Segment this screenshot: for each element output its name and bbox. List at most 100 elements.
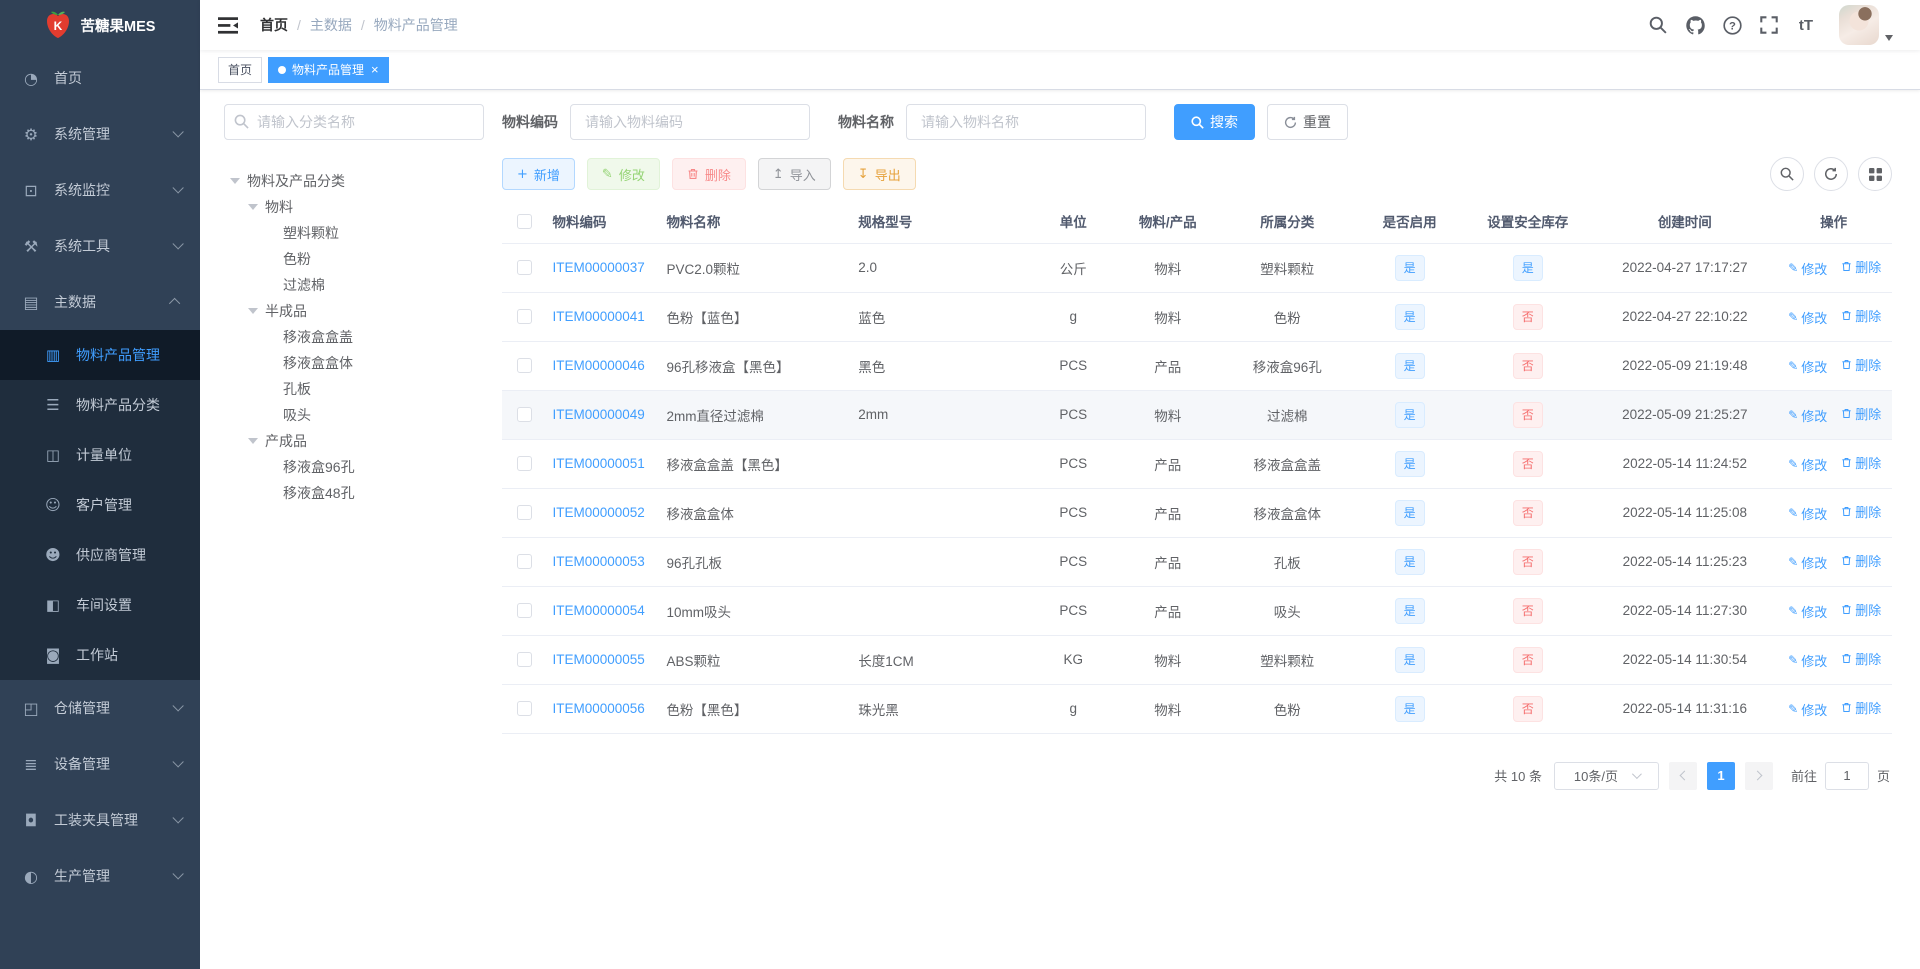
sidebar-item[interactable]: ◐ 生产管理: [0, 848, 200, 904]
row-delete-link[interactable]: 删除: [1841, 551, 1881, 570]
avatar[interactable]: [1839, 5, 1879, 45]
row-checkbox[interactable]: [516, 652, 532, 668]
help-icon[interactable]: ?: [1722, 15, 1742, 35]
tree-node[interactable]: 物料及产品分类: [224, 168, 484, 194]
user-menu[interactable]: [1839, 5, 1893, 45]
row-checkbox[interactable]: [516, 554, 532, 570]
tree-node[interactable]: 色粉: [224, 246, 484, 272]
font-size-icon[interactable]: tT: [1796, 15, 1816, 35]
search-icon[interactable]: [1648, 15, 1668, 35]
sidebar-subitem[interactable]: ◙ 工作站: [0, 630, 200, 680]
tree-node[interactable]: 移液盒96孔: [224, 454, 484, 480]
column-settings-button[interactable]: [1858, 157, 1892, 191]
material-code-link[interactable]: ITEM00000049: [552, 407, 644, 422]
page-size-select[interactable]: 10条/页: [1553, 761, 1659, 790]
next-page-button[interactable]: [1744, 761, 1773, 790]
row-delete-link[interactable]: 删除: [1841, 453, 1881, 472]
select-all-checkbox[interactable]: [516, 213, 532, 229]
row-delete-link[interactable]: 删除: [1841, 502, 1881, 521]
row-edit-link[interactable]: ✎ 修改: [1788, 406, 1827, 425]
row-edit-link[interactable]: ✎ 修改: [1788, 308, 1827, 327]
row-delete-link[interactable]: 删除: [1841, 355, 1881, 374]
row-edit-link[interactable]: ✎ 修改: [1788, 259, 1827, 278]
row-edit-link[interactable]: ✎ 修改: [1788, 602, 1827, 621]
tree-node[interactable]: 移液盒48孔: [224, 480, 484, 506]
breadcrumb-home[interactable]: 首页: [260, 15, 288, 35]
material-code-link[interactable]: ITEM00000046: [552, 358, 644, 373]
row-checkbox[interactable]: [516, 358, 532, 374]
sidebar-item[interactable]: ≣ 设备管理: [0, 736, 200, 792]
sidebar-item[interactable]: ⚒ 系统工具: [0, 218, 200, 274]
goto-page-input[interactable]: [1824, 761, 1869, 790]
tree-node[interactable]: 物料: [224, 194, 484, 220]
sidebar-item[interactable]: ◰ 仓储管理: [0, 680, 200, 736]
show-search-button[interactable]: [1770, 157, 1804, 191]
search-button[interactable]: 搜索: [1174, 104, 1255, 140]
material-name-input[interactable]: [906, 104, 1146, 140]
app-logo[interactable]: K 苦糖果MES: [0, 0, 200, 50]
sidebar-subitem[interactable]: ☺ 客户管理: [0, 480, 200, 530]
row-delete-link[interactable]: 删除: [1841, 306, 1881, 325]
refresh-button[interactable]: [1814, 157, 1848, 191]
material-code-link[interactable]: ITEM00000054: [552, 603, 644, 618]
row-checkbox[interactable]: [516, 603, 532, 619]
breadcrumb-master-data[interactable]: 主数据: [310, 15, 352, 35]
reset-button[interactable]: 重置: [1267, 104, 1348, 140]
export-button[interactable]: ↧ 导出: [842, 158, 916, 190]
tab-home[interactable]: 首页: [218, 56, 263, 83]
import-button[interactable]: ↥ 导入: [757, 158, 831, 190]
row-checkbox[interactable]: [516, 309, 532, 325]
delete-button[interactable]: 删除: [671, 158, 746, 190]
page-number-current[interactable]: 1: [1706, 761, 1735, 790]
row-checkbox[interactable]: [516, 260, 532, 276]
sidebar-subitem[interactable]: ▥ 物料产品管理: [0, 330, 200, 380]
row-edit-link[interactable]: ✎ 修改: [1788, 553, 1827, 572]
tree-node[interactable]: 过滤棉: [224, 272, 484, 298]
row-checkbox[interactable]: [516, 701, 532, 717]
tree-node[interactable]: 移液盒盒盖: [224, 324, 484, 350]
material-code-link[interactable]: ITEM00000056: [552, 701, 644, 716]
edit-button[interactable]: ✎ 修改: [586, 158, 660, 190]
material-code-link[interactable]: ITEM00000052: [552, 505, 644, 520]
prev-page-button[interactable]: [1668, 761, 1697, 790]
row-edit-link[interactable]: ✎ 修改: [1788, 700, 1827, 719]
tree-node[interactable]: 孔板: [224, 376, 484, 402]
tree-node[interactable]: 产成品: [224, 428, 484, 454]
sidebar-subitem[interactable]: ◧ 车间设置: [0, 580, 200, 630]
row-edit-link[interactable]: ✎ 修改: [1788, 357, 1827, 376]
tab-material-product[interactable]: 物料产品管理 ×: [268, 56, 389, 83]
row-delete-link[interactable]: 删除: [1841, 698, 1881, 717]
hamburger-icon[interactable]: [218, 16, 238, 34]
fullscreen-icon[interactable]: [1759, 15, 1779, 35]
sidebar-item-master-data[interactable]: ▤ 主数据: [0, 274, 200, 330]
material-code-input[interactable]: [570, 104, 810, 140]
row-edit-link[interactable]: ✎ 修改: [1788, 651, 1827, 670]
sidebar-item[interactable]: ⚙ 系统管理: [0, 106, 200, 162]
tree-node[interactable]: 吸头: [224, 402, 484, 428]
sidebar-item[interactable]: ⊡ 系统监控: [0, 162, 200, 218]
row-checkbox[interactable]: [516, 505, 532, 521]
sidebar-subitem[interactable]: ☰ 物料产品分类: [0, 380, 200, 430]
sidebar-subitem[interactable]: ◫ 计量单位: [0, 430, 200, 480]
material-code-link[interactable]: ITEM00000055: [552, 652, 644, 667]
close-icon[interactable]: ×: [371, 63, 379, 76]
material-code-link[interactable]: ITEM00000041: [552, 309, 644, 324]
row-checkbox[interactable]: [516, 456, 532, 472]
row-delete-link[interactable]: 删除: [1841, 404, 1881, 423]
material-code-link[interactable]: ITEM00000053: [552, 554, 644, 569]
row-checkbox[interactable]: [516, 407, 532, 423]
add-button[interactable]: + 新增: [502, 158, 575, 190]
material-code-link[interactable]: ITEM00000051: [552, 456, 644, 471]
row-delete-link[interactable]: 删除: [1841, 257, 1881, 276]
tree-node[interactable]: 半成品: [224, 298, 484, 324]
sidebar-item[interactable]: ◔ 首页: [0, 50, 200, 106]
category-search-input[interactable]: [224, 104, 484, 140]
row-edit-link[interactable]: ✎ 修改: [1788, 455, 1827, 474]
row-delete-link[interactable]: 删除: [1841, 600, 1881, 619]
row-edit-link[interactable]: ✎ 修改: [1788, 504, 1827, 523]
row-delete-link[interactable]: 删除: [1841, 649, 1881, 668]
github-icon[interactable]: [1685, 15, 1705, 35]
material-code-link[interactable]: ITEM00000037: [552, 260, 644, 275]
sidebar-item[interactable]: ◘ 工装夹具管理: [0, 792, 200, 848]
tree-node[interactable]: 移液盒盒体: [224, 350, 484, 376]
